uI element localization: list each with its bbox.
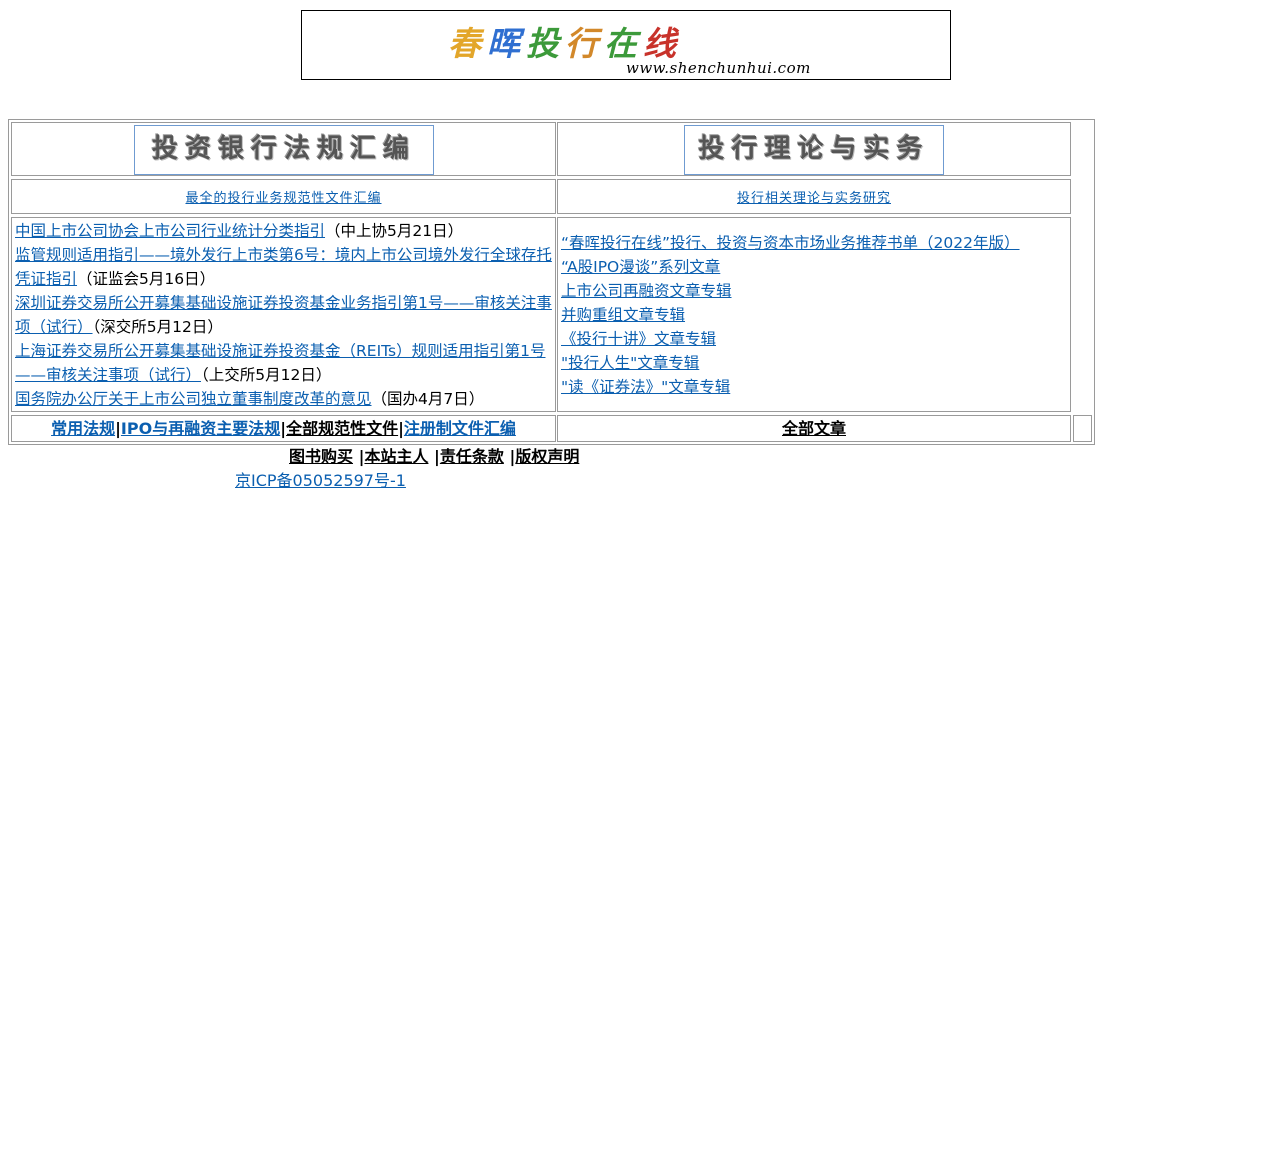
regulation-note: （深交所5月12日）: [92, 318, 223, 336]
left-bottom-nav: 常用法规|IPO与再融资主要法规|全部规范性文件|注册制文件汇编: [12, 416, 555, 442]
site-banner[interactable]: 春晖投行在线 www.shenchunhui.com: [301, 10, 951, 80]
right-title-cell: 投行理论与实务: [557, 122, 1071, 176]
article-link[interactable]: "读《证券法》"文章专辑: [561, 378, 730, 396]
regulation-link[interactable]: 国务院办公厅关于上市公司独立董事制度改革的意见: [15, 390, 372, 408]
registration-docs-link[interactable]: 注册制文件汇编: [404, 419, 516, 438]
article-link[interactable]: "投行人生"文章专辑: [561, 354, 699, 372]
regulation-list: 中国上市公司协会上市公司行业统计分类指引（中上协5月21日） 监管规则适用指引—…: [15, 219, 553, 411]
site-logo: 春晖投行在线: [448, 17, 682, 65]
all-articles-link[interactable]: 全部文章: [782, 419, 846, 438]
ipo-refinancing-link[interactable]: IPO与再融资主要法规: [121, 419, 280, 438]
right-bottom-cell: 全部文章: [557, 415, 1071, 442]
right-list-cell: “春晖投行在线”投行、投资与资本市场业务推荐书单（2022年版） “A股IPO漫…: [557, 217, 1071, 412]
empty-cell: [1073, 415, 1092, 442]
main-table: 投资银行法规汇编 投行理论与实务 最全的投行业务规范性文件汇编 投行相关理论与实…: [8, 119, 1095, 445]
list-item: “春晖投行在线”投行、投资与资本市场业务推荐书单（2022年版）: [561, 231, 1068, 255]
logo-char: 线: [643, 24, 682, 63]
right-bottom-nav: 全部文章: [558, 416, 1070, 442]
logo-char: 晖: [487, 24, 526, 63]
right-subtitle-cell: 投行相关理论与实务研究: [557, 179, 1071, 214]
left-bottom-cell: 常用法规|IPO与再融资主要法规|全部规范性文件|注册制文件汇编: [11, 415, 556, 442]
article-link[interactable]: “A股IPO漫谈”系列文章: [561, 258, 720, 276]
regulation-note: （上交所5月12日）: [201, 366, 332, 384]
left-subtitle-link[interactable]: 最全的投行业务规范性文件汇编: [185, 191, 381, 206]
list-item: 中国上市公司协会上市公司行业统计分类指引（中上协5月21日）: [15, 219, 553, 243]
list-item: 上市公司再融资文章专辑: [561, 279, 1068, 303]
left-section-title[interactable]: 投资银行法规汇编: [134, 125, 434, 175]
left-subtitle-cell: 最全的投行业务规范性文件汇编: [11, 179, 556, 214]
left-title-cell: 投资银行法规汇编: [11, 122, 556, 176]
left-list-cell: 中国上市公司协会上市公司行业统计分类指引（中上协5月21日） 监管规则适用指引—…: [11, 217, 556, 412]
all-normative-docs-link[interactable]: 全部规范性文件: [286, 419, 398, 438]
list-item: "读《证券法》"文章专辑: [561, 375, 1068, 399]
right-subtitle-link[interactable]: 投行相关理论与实务研究: [737, 191, 891, 206]
article-link[interactable]: 《投行十讲》文章专辑: [561, 330, 716, 348]
article-list: “春晖投行在线”投行、投资与资本市场业务推荐书单（2022年版） “A股IPO漫…: [561, 231, 1068, 399]
article-link[interactable]: “春晖投行在线”投行、投资与资本市场业务推荐书单（2022年版）: [561, 234, 1020, 252]
regulation-note: （证监会5月16日）: [77, 270, 216, 288]
footer-nav: 图书购买 |本站主人 |责任条款 |版权声明: [289, 446, 579, 468]
regulation-note: （国办4月7日）: [371, 390, 485, 408]
list-item: 国务院办公厅关于上市公司独立董事制度改革的意见（国办4月7日）: [15, 387, 553, 411]
logo-char: 投: [526, 24, 565, 63]
logo-char: 在: [604, 24, 643, 63]
logo-char: 行: [565, 24, 604, 63]
common-regulations-link[interactable]: 常用法规: [51, 419, 115, 438]
list-item: 《投行十讲》文章专辑: [561, 327, 1068, 351]
list-item: “A股IPO漫谈”系列文章: [561, 255, 1068, 279]
buy-books-link[interactable]: 图书购买: [289, 447, 353, 466]
article-link[interactable]: 并购重组文章专辑: [561, 306, 685, 324]
copyright-link[interactable]: 版权声明: [515, 447, 579, 466]
regulation-note: （中上协5月21日）: [325, 222, 464, 240]
list-item: "投行人生"文章专辑: [561, 351, 1068, 375]
list-item: 上海证券交易所公开募集基础设施证券投资基金（REITs）规则适用指引第1号——审…: [15, 339, 553, 387]
right-section-title[interactable]: 投行理论与实务: [684, 125, 944, 175]
article-link[interactable]: 上市公司再融资文章专辑: [561, 282, 732, 300]
list-item: 并购重组文章专辑: [561, 303, 1068, 327]
list-item: 监管规则适用指引——境外发行上市类第6号：境内上市公司境外发行全球存托凭证指引（…: [15, 243, 553, 291]
terms-link[interactable]: 责任条款: [440, 447, 504, 466]
icp-link[interactable]: 京ICP备05052597号-1: [235, 471, 406, 490]
logo-char: 春: [448, 24, 487, 63]
site-owner-link[interactable]: 本站主人: [364, 447, 428, 466]
regulation-link[interactable]: 中国上市公司协会上市公司行业统计分类指引: [15, 222, 325, 240]
site-url: www.shenchunhui.com: [626, 59, 811, 77]
icp-record: 京ICP备05052597号-1: [235, 470, 406, 492]
list-item: 深圳证券交易所公开募集基础设施证券投资基金业务指引第1号——审核关注事项（试行）…: [15, 291, 553, 339]
